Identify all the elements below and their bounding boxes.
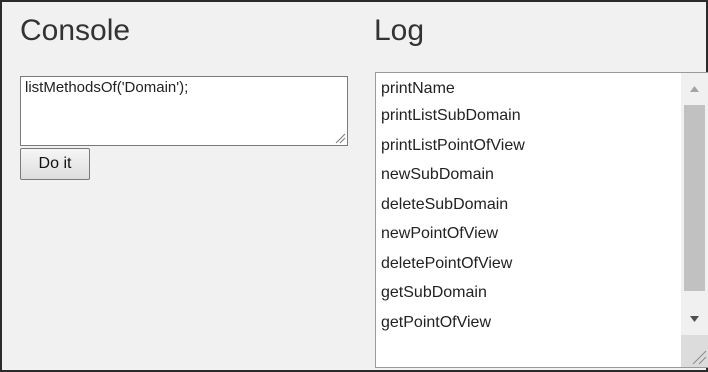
- log-item: deletePointOfView: [381, 254, 513, 272]
- log-box[interactable]: printName printListSubDomain printListPo…: [375, 72, 708, 368]
- log-item: printListSubDomain: [381, 107, 521, 124]
- log-item: newSubDomain: [381, 166, 494, 183]
- log-item: deleteSubDomain: [381, 195, 509, 213]
- log-list: printName printListSubDomain printListPo…: [376, 73, 680, 367]
- log-scrollbar[interactable]: [681, 73, 708, 367]
- app-frame: Console Do it Log printName printListSub…: [0, 0, 708, 372]
- resize-grip-icon[interactable]: [681, 335, 708, 367]
- triangle-down-icon: [690, 316, 699, 322]
- do-it-button[interactable]: Do it: [20, 148, 90, 180]
- log-title: Log: [374, 14, 425, 47]
- console-title: Console: [20, 14, 131, 47]
- triangle-up-icon: [690, 86, 699, 92]
- log-item: printListPointOfView: [381, 136, 525, 154]
- scroll-up-button[interactable]: [681, 73, 708, 103]
- log-item: printName: [381, 80, 455, 97]
- log-item: getPointOfView: [381, 313, 491, 331]
- scroll-down-button[interactable]: [681, 305, 708, 335]
- console-input[interactable]: [20, 76, 348, 146]
- log-item: newPointOfView: [381, 225, 499, 242]
- scroll-thumb[interactable]: [684, 105, 705, 291]
- log-item: getSubDomain: [381, 284, 487, 301]
- scroll-corner: [681, 335, 708, 367]
